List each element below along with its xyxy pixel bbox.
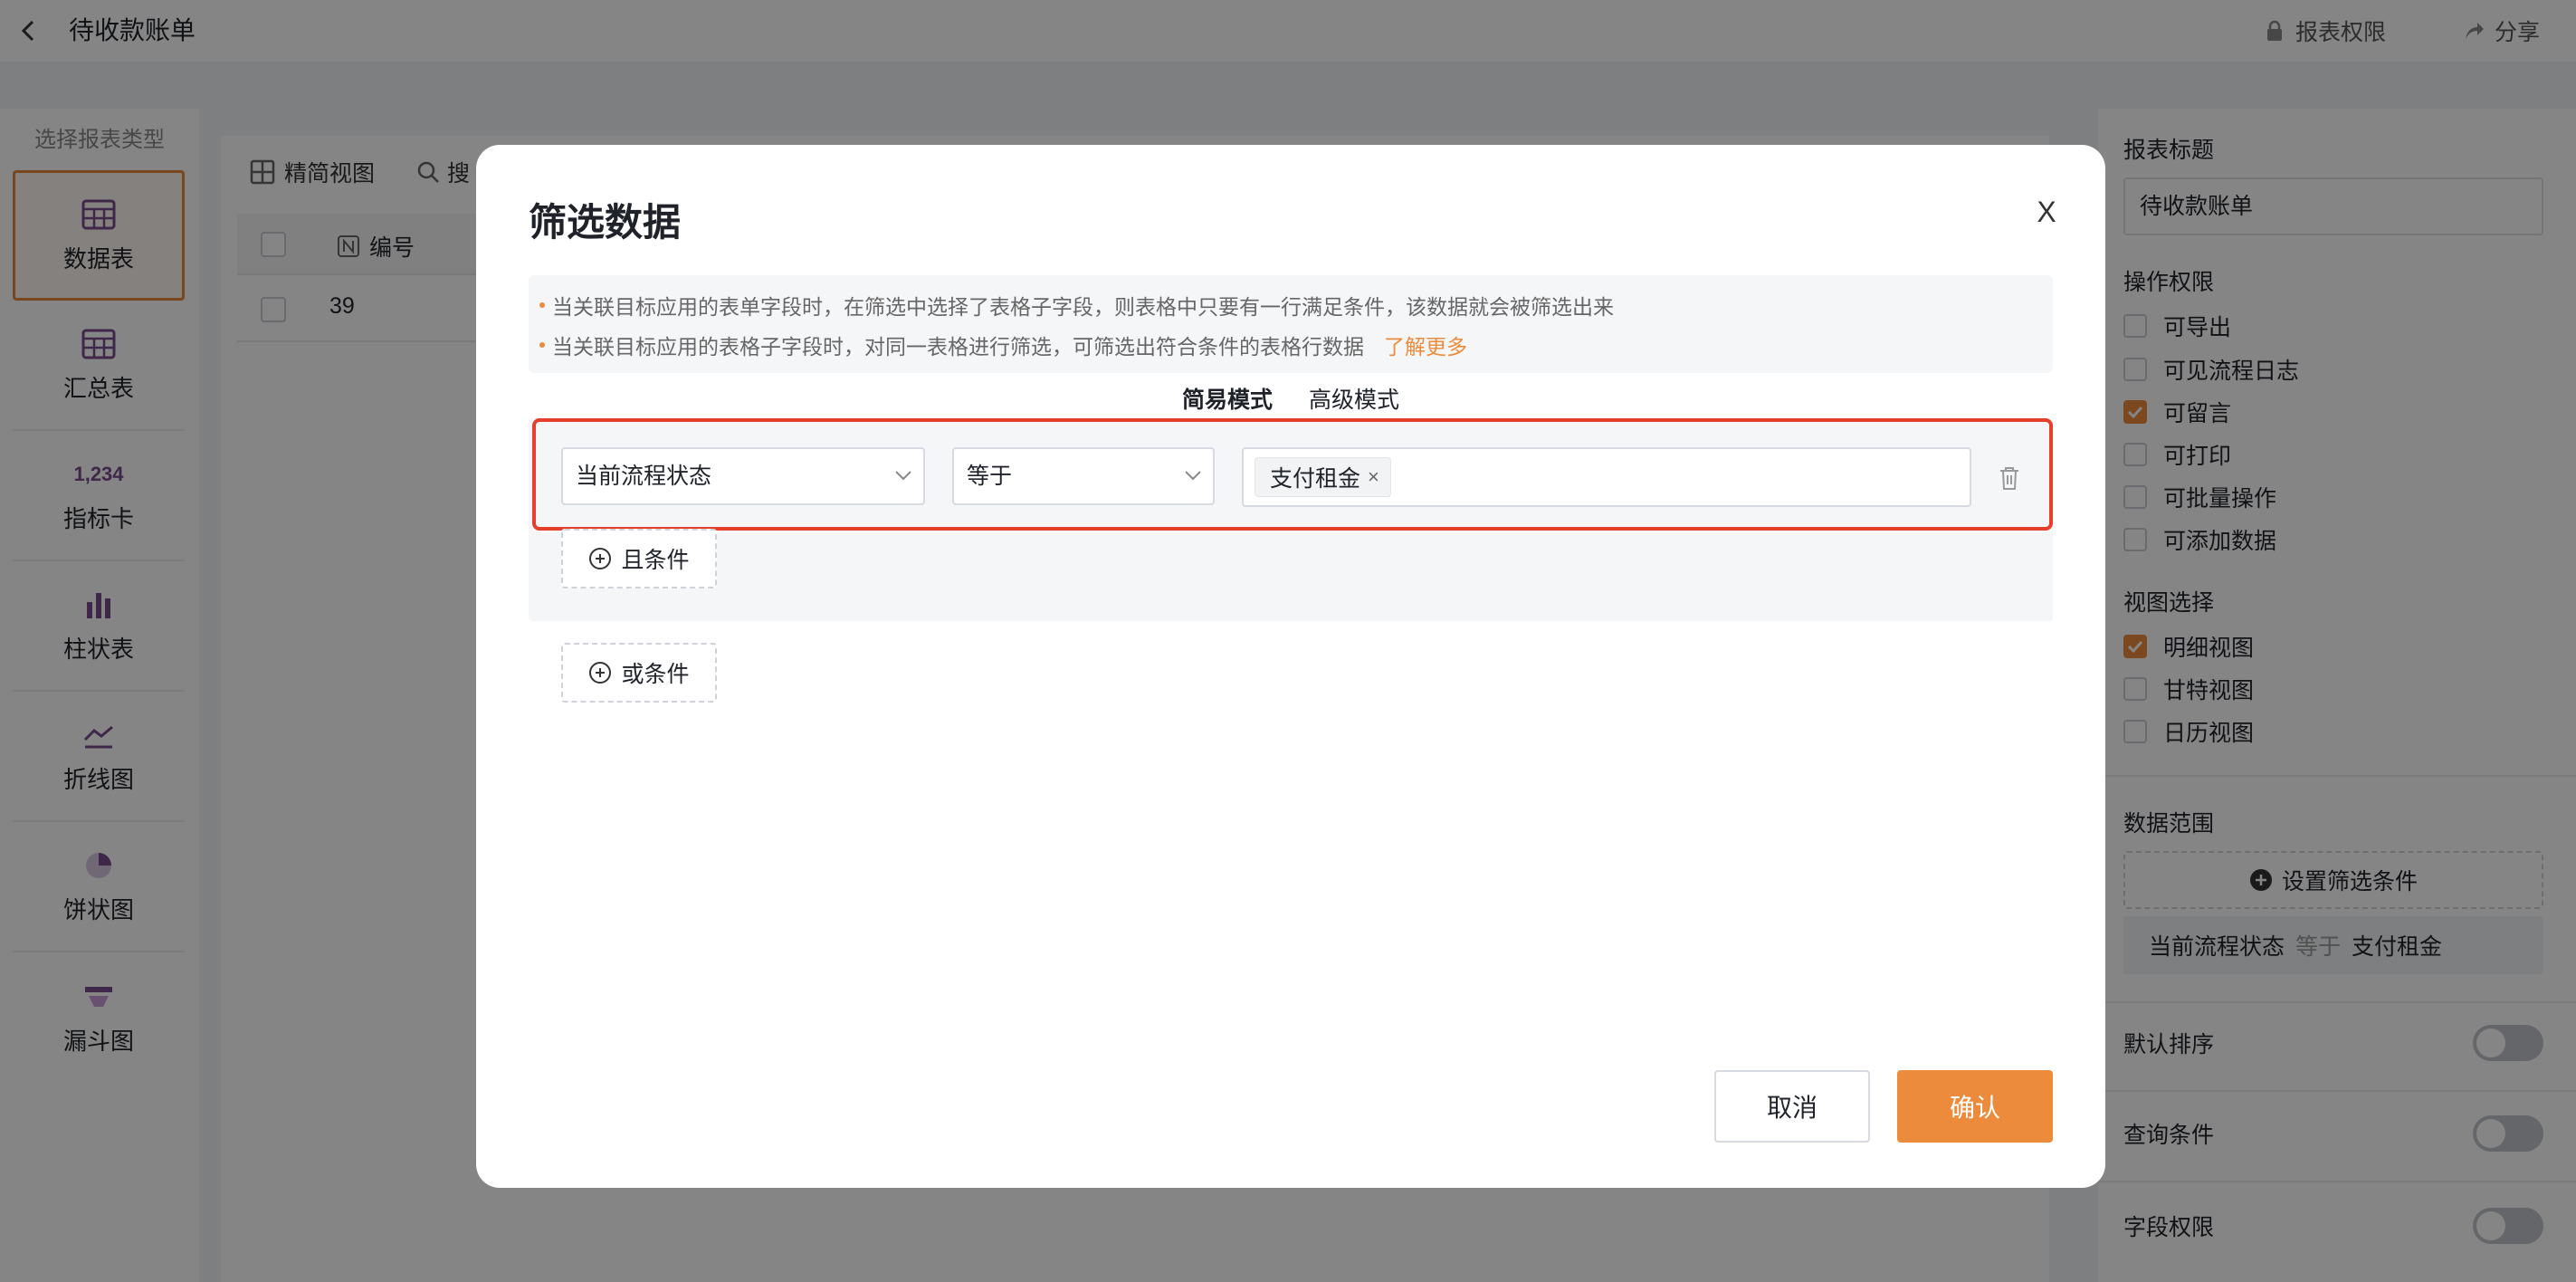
add-circle-icon [588, 547, 612, 570]
tab-advanced-mode[interactable]: 高级模式 [1309, 384, 1399, 416]
notice-text: 当关联目标应用的表单字段时，在筛选中选择了表格子字段，则表格中只要有一行满足条件… [552, 295, 1614, 319]
tag-close-icon[interactable]: × [1368, 465, 1379, 489]
dialog-title: 筛选数据 [529, 201, 682, 244]
field-select[interactable]: 当前流程状态 [561, 447, 925, 505]
or-condition-label: 或条件 [621, 662, 690, 687]
tab-simple-mode[interactable]: 简易模式 [1182, 384, 1273, 416]
learn-more-link[interactable]: 了解更多 [1384, 330, 1467, 360]
value-multiselect[interactable]: 支付租金 × [1242, 447, 1971, 507]
delete-condition-icon[interactable] [1997, 464, 2022, 492]
add-and-condition-button[interactable]: 且条件 [561, 529, 717, 588]
operator-select[interactable]: 等于 [952, 447, 1215, 505]
operator-select-value: 等于 [967, 464, 1013, 489]
field-select-value: 当前流程状态 [576, 464, 712, 489]
tag-label: 支付租金 [1270, 466, 1361, 492]
bullet-dot [539, 342, 545, 348]
and-condition-label: 且条件 [621, 548, 690, 573]
value-tag: 支付租金 × [1255, 457, 1391, 497]
notice-line: 当关联目标应用的表单字段时，在筛选中选择了表格子字段，则表格中只要有一行满足条件… [539, 290, 1614, 320]
cancel-button[interactable]: 取消 [1714, 1070, 1870, 1143]
notice-text: 当关联目标应用的表格子字段时，对同一表格进行筛选，可筛选出符合条件的表格行数据 [552, 335, 1364, 359]
chevron-down-icon [894, 469, 912, 482]
notice-line: 当关联目标应用的表格子字段时，对同一表格进行筛选，可筛选出符合条件的表格行数据 … [539, 330, 1467, 360]
close-icon[interactable]: X [2033, 194, 2060, 230]
bullet-dot [539, 302, 545, 308]
chevron-down-icon [1184, 469, 1202, 482]
add-or-condition-button[interactable]: 或条件 [561, 643, 717, 703]
add-circle-icon [588, 661, 612, 684]
confirm-button[interactable]: 确认 [1897, 1070, 2053, 1143]
